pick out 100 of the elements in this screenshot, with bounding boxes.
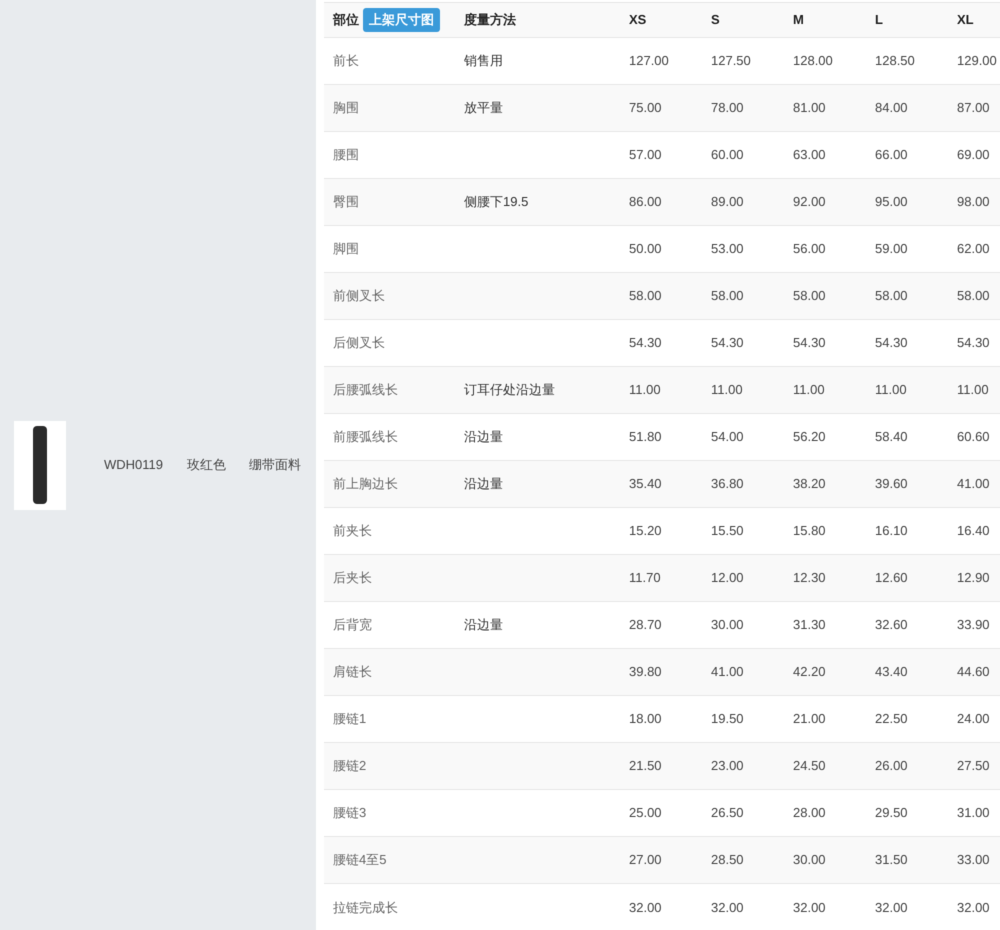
method-cell: 沿边量 — [464, 617, 503, 632]
value-cell: 39.60 — [875, 476, 908, 492]
value-cell: 33.00 — [957, 852, 990, 868]
value-cell: 11.70 — [629, 570, 661, 586]
value-cell: 95.00 — [875, 194, 908, 210]
value-cell: 53.00 — [711, 241, 744, 256]
value-cell: 15.50 — [711, 523, 744, 538]
value-cell: 32.00 — [957, 900, 990, 914]
part-cell: 腰链2 — [333, 758, 366, 774]
value-cell: 32.00 — [711, 900, 744, 914]
value-cell: 38.20 — [793, 476, 826, 492]
part-cell: 腰链4至5 — [333, 852, 386, 868]
value-cell: 42.20 — [793, 664, 826, 680]
value-cell: 15.20 — [629, 523, 662, 538]
value-cell: 129.00 — [957, 53, 997, 68]
part-cell: 腰链1 — [333, 711, 366, 726]
value-cell: 41.00 — [711, 664, 744, 680]
value-cell: 24.00 — [957, 711, 990, 726]
value-cell: 54.00 — [711, 429, 744, 444]
part-cell: 前长 — [333, 53, 359, 68]
value-cell: 12.00 — [711, 570, 744, 586]
value-cell: 63.00 — [793, 147, 826, 162]
column-header: L — [875, 12, 883, 28]
value-cell: 35.40 — [629, 476, 662, 492]
value-cell: 92.00 — [793, 194, 826, 210]
value-cell: 44.60 — [957, 664, 990, 680]
value-cell: 11.00 — [629, 382, 661, 398]
value-cell: 43.40 — [875, 664, 908, 680]
value-cell: 58.00 — [793, 288, 826, 304]
value-cell: 28.70 — [629, 617, 662, 632]
method-cell: 沿边量 — [464, 429, 503, 444]
part-cell: 后侧叉长 — [333, 335, 385, 350]
part-cell: 后腰弧线长 — [333, 382, 398, 398]
value-cell: 54.30 — [793, 335, 826, 350]
value-cell: 25.00 — [629, 805, 662, 820]
part-cell: 前夹长 — [333, 523, 372, 538]
value-cell: 19.50 — [711, 711, 744, 726]
column-header: XL — [957, 12, 974, 28]
part-cell: 胸围 — [333, 100, 359, 116]
value-cell: 50.00 — [629, 241, 662, 256]
column-header: 部位 — [333, 12, 359, 28]
value-cell: 11.00 — [875, 382, 907, 398]
method-cell: 沿边量 — [464, 476, 503, 492]
value-cell: 11.00 — [711, 382, 743, 398]
value-cell: 98.00 — [957, 194, 990, 210]
method-cell: 侧腰下19.5 — [464, 194, 528, 210]
value-cell: 12.90 — [957, 570, 990, 586]
value-cell: 51.80 — [629, 429, 662, 444]
value-cell: 54.30 — [957, 335, 990, 350]
value-cell: 56.00 — [793, 241, 826, 256]
value-cell: 21.50 — [629, 758, 662, 774]
value-cell: 31.00 — [957, 805, 990, 820]
value-cell: 32.00 — [629, 900, 662, 914]
part-cell: 后背宽 — [333, 617, 372, 632]
value-cell: 11.00 — [957, 382, 989, 398]
value-cell: 69.00 — [957, 147, 990, 162]
method-cell: 放平量 — [464, 100, 503, 116]
value-cell: 84.00 — [875, 100, 908, 116]
value-cell: 24.50 — [793, 758, 826, 774]
value-cell: 58.00 — [957, 288, 990, 304]
value-cell: 41.00 — [957, 476, 990, 492]
value-cell: 28.50 — [711, 852, 744, 868]
part-cell: 拉链完成长 — [333, 900, 398, 914]
value-cell: 60.00 — [711, 147, 744, 162]
value-cell: 26.00 — [875, 758, 908, 774]
value-cell: 21.00 — [793, 711, 826, 726]
value-cell: 32.00 — [875, 900, 908, 914]
value-cell: 58.00 — [629, 288, 662, 304]
part-cell: 前上胸边长 — [333, 476, 398, 492]
value-cell: 12.30 — [793, 570, 826, 586]
value-cell: 127.50 — [711, 53, 751, 68]
method-cell: 订耳仔处沿边量 — [464, 382, 555, 398]
value-cell: 30.00 — [711, 617, 744, 632]
size-chart-button[interactable]: 上架尺寸图 — [363, 8, 440, 32]
value-cell: 78.00 — [711, 100, 744, 116]
value-cell: 86.00 — [629, 194, 662, 210]
value-cell: 16.10 — [875, 523, 908, 538]
value-cell: 75.00 — [629, 100, 662, 116]
value-cell: 16.40 — [957, 523, 990, 538]
value-cell: 22.50 — [875, 711, 908, 726]
value-cell: 62.00 — [957, 241, 990, 256]
sku-text: WDH0119 — [104, 456, 164, 474]
value-cell: 30.00 — [793, 852, 826, 868]
value-cell: 66.00 — [875, 147, 908, 162]
part-cell: 脚围 — [333, 241, 359, 256]
value-cell: 23.00 — [711, 758, 744, 774]
column-header: 度量方法 — [464, 12, 516, 28]
value-cell: 58.40 — [875, 429, 908, 444]
material-text: 绷带面料 — [249, 456, 302, 474]
value-cell: 58.00 — [711, 288, 744, 304]
value-cell: 39.80 — [629, 664, 662, 680]
value-cell: 127.00 — [629, 53, 669, 68]
column-header: XS — [629, 12, 646, 28]
value-cell: 29.50 — [875, 805, 908, 820]
part-cell: 腰链3 — [333, 805, 366, 820]
value-cell: 89.00 — [711, 194, 744, 210]
part-cell: 肩链长 — [333, 664, 372, 680]
color-text: 玫红色 — [187, 456, 226, 474]
value-cell: 33.90 — [957, 617, 990, 632]
value-cell: 54.30 — [875, 335, 908, 350]
